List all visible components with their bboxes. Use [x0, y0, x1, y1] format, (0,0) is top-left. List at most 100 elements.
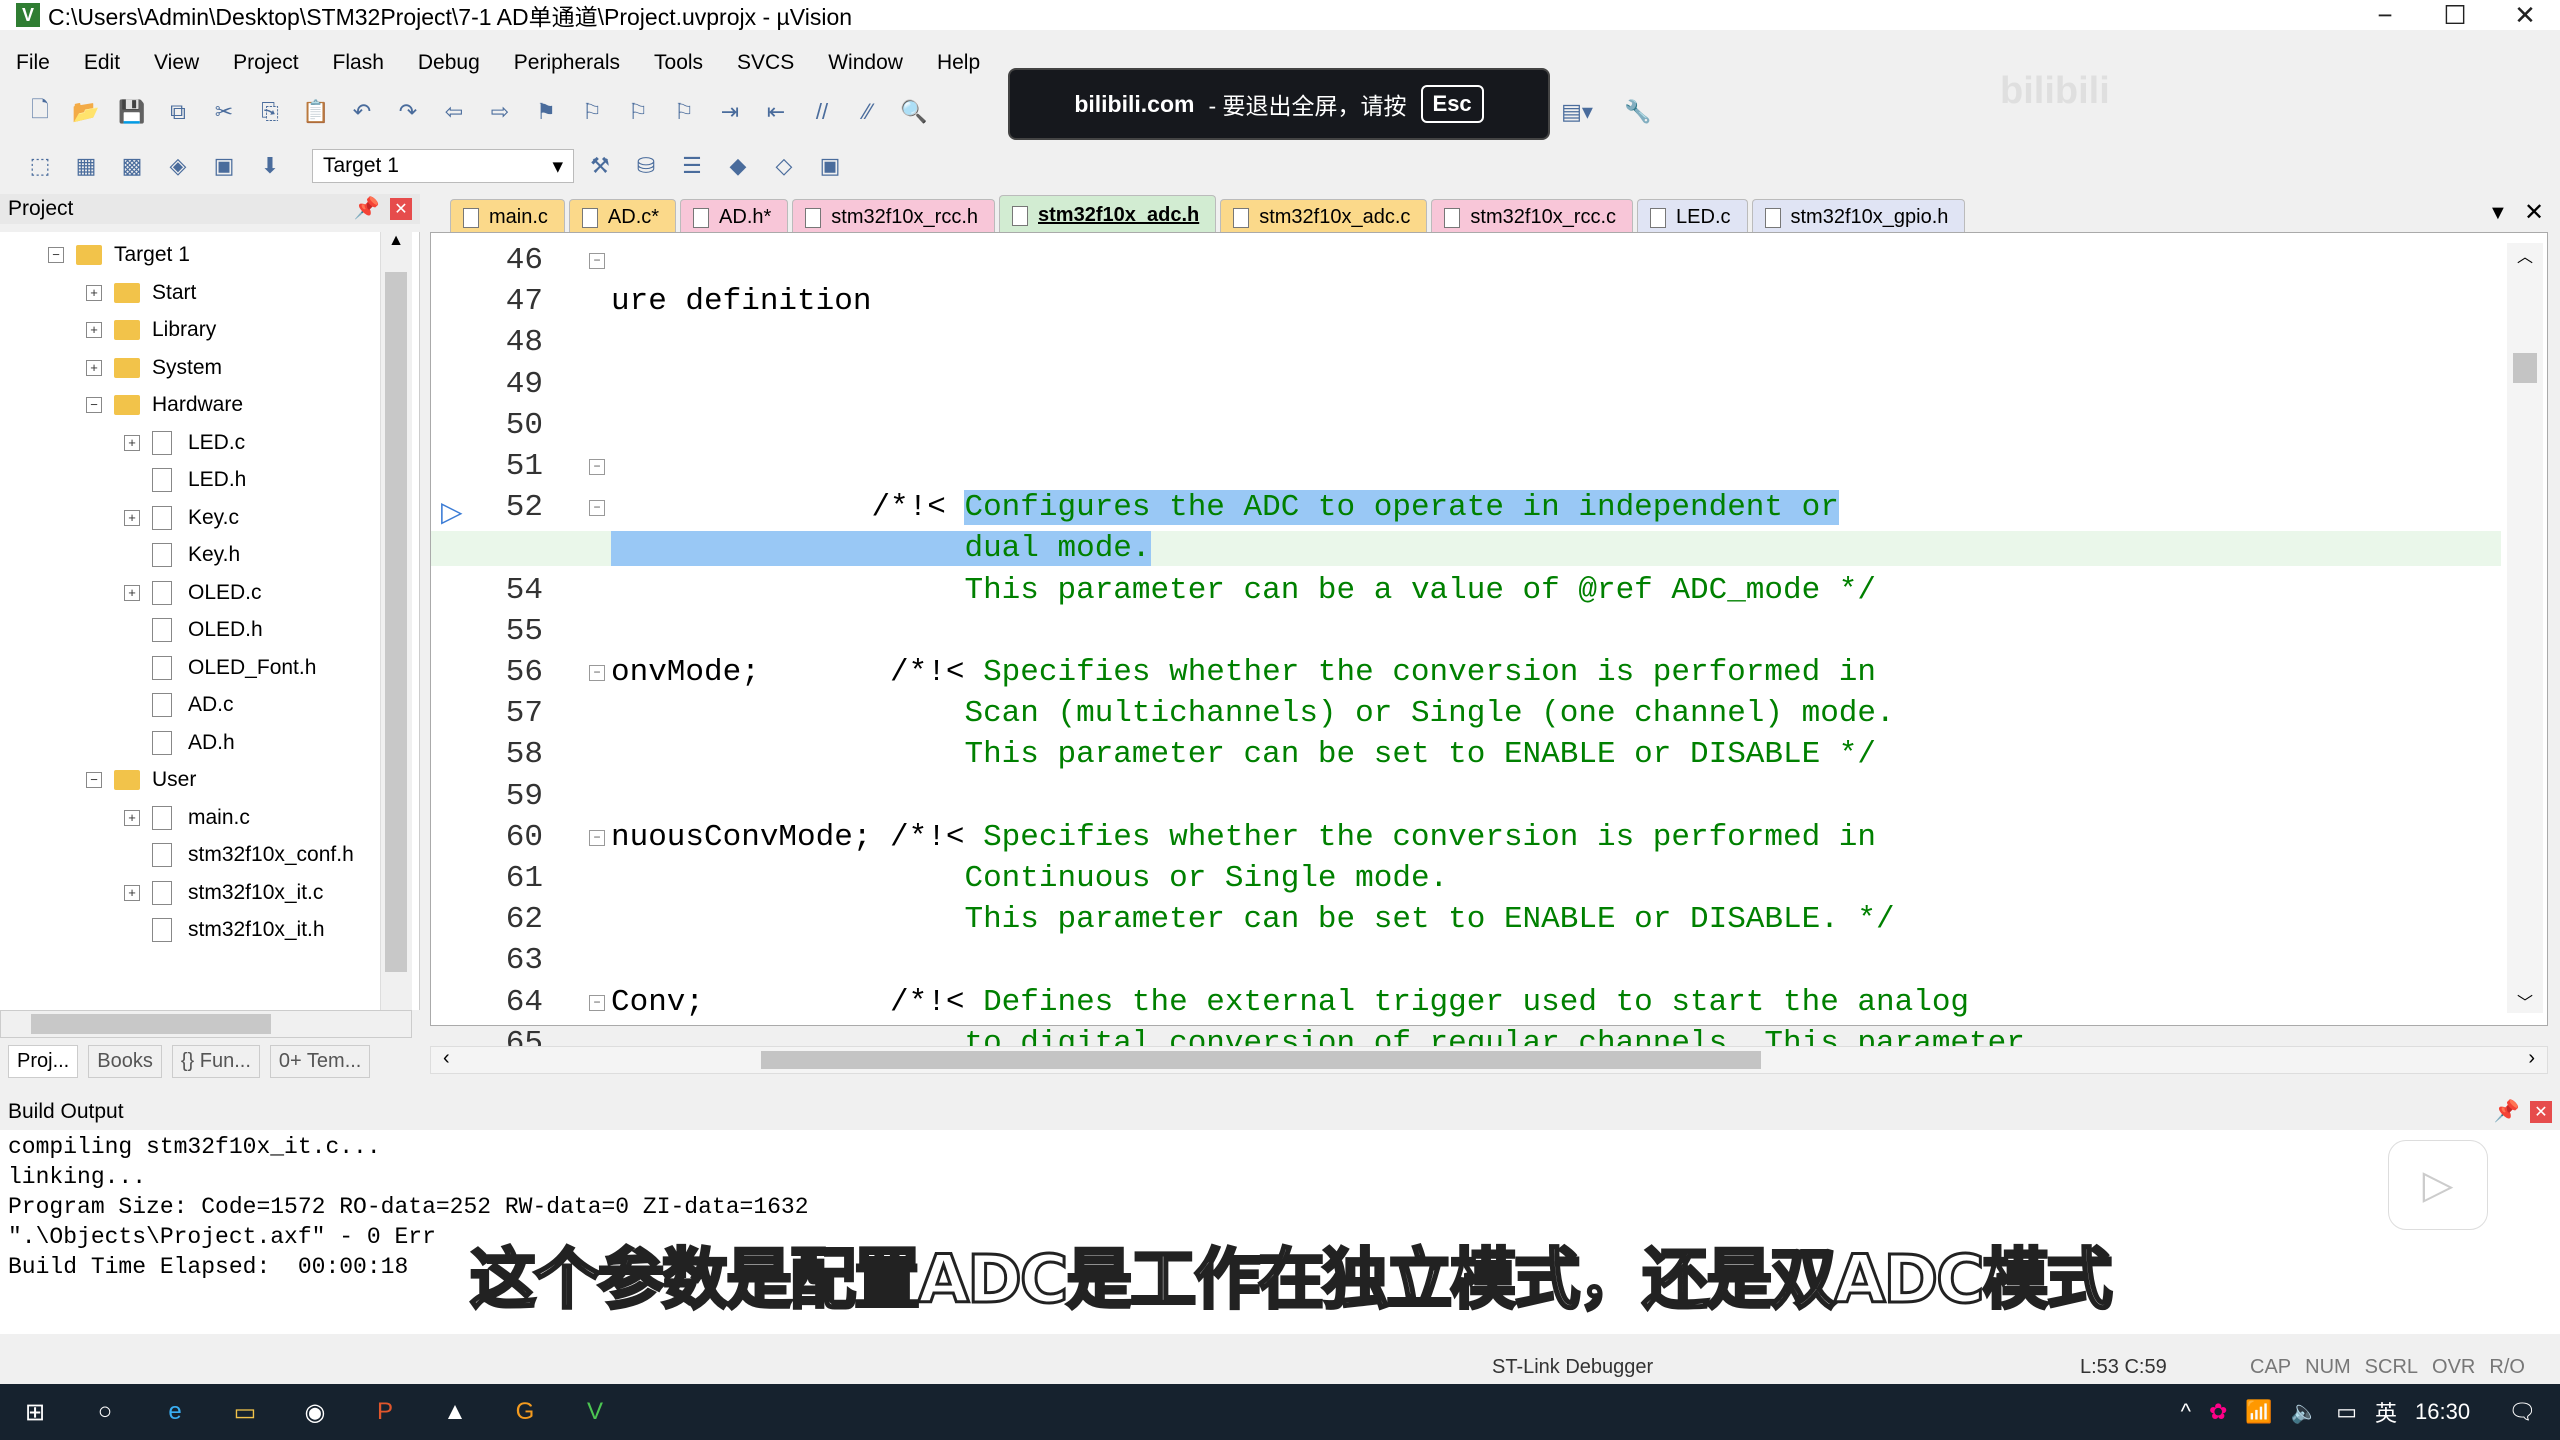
menu-item-tools[interactable]: Tools [654, 51, 703, 75]
menu-item-peripherals[interactable]: Peripherals [514, 51, 620, 75]
tree-item[interactable]: OLED_Font.h [124, 653, 316, 683]
select-packs-icon[interactable]: ◆ [718, 148, 758, 184]
tree-item[interactable]: + OLED.c [124, 578, 262, 608]
fold-toggle-icon[interactable]: − [589, 500, 605, 517]
powerpoint-icon[interactable]: P [365, 1392, 405, 1432]
next-bookmark-icon[interactable]: ⚐ [618, 94, 658, 130]
tree-expander-icon[interactable]: − [48, 247, 64, 263]
app-orange-icon[interactable]: G [505, 1392, 545, 1432]
editor-hscroll-thumb[interactable] [761, 1051, 1761, 1069]
tree-item[interactable]: OLED.h [124, 615, 263, 645]
tree-expander-icon[interactable]: + [124, 434, 140, 451]
menu-item-flash[interactable]: Flash [333, 51, 384, 75]
ime-indicator[interactable]: 英 [2375, 1396, 2397, 1428]
translate-icon[interactable]: ⬚ [20, 148, 60, 184]
panel-tab[interactable]: Proj... [8, 1044, 79, 1078]
camera-icon[interactable]: ◉ [295, 1392, 335, 1432]
menu-item-help[interactable]: Help [937, 51, 980, 75]
panel-tab[interactable]: {} Fun... [171, 1044, 260, 1078]
project-tree-hscrollbar[interactable] [0, 1010, 412, 1038]
play-icon[interactable]: ▷ [2388, 1140, 2488, 1230]
find-in-files-icon[interactable]: 🔍 [894, 94, 934, 130]
hscroll-thumb[interactable] [31, 1014, 271, 1034]
windows-start-icon[interactable]: ⊞ [15, 1392, 55, 1432]
prev-bookmark-icon[interactable]: ⚐ [572, 94, 612, 130]
pin-icon[interactable]: 📌 [354, 197, 380, 221]
editor-tab[interactable]: stm32f10x_gpio.h [1751, 199, 1966, 235]
close-build-output-icon[interactable]: ✕ [2530, 1101, 2552, 1123]
tree-item[interactable]: stm32f10x_it.h [124, 915, 325, 945]
photos-icon[interactable]: ▲ [435, 1392, 475, 1432]
tree-expander-icon[interactable]: + [124, 509, 140, 526]
panel-tab[interactable]: 0+ Tem... [269, 1044, 371, 1078]
tree-item[interactable]: + Library [86, 315, 216, 345]
scroll-up-icon[interactable]: ▲ [381, 232, 411, 262]
download-load-icon[interactable]: ⬇ [250, 148, 290, 184]
close-panel-icon[interactable]: ✕ [390, 198, 412, 220]
nav-back-icon[interactable]: ⇦ [434, 94, 474, 130]
scroll-right-icon[interactable]: › [2528, 1047, 2535, 1070]
tree-expander-icon[interactable]: + [124, 884, 140, 901]
notifications-icon[interactable]: 🗨 [2508, 1399, 2536, 1425]
menu-item-project[interactable]: Project [233, 51, 298, 75]
indent-icon[interactable]: ⇥ [710, 94, 750, 130]
editor-hscrollbar[interactable]: ‹ › [430, 1046, 2548, 1074]
tree-item[interactable]: stm32f10x_conf.h [124, 840, 354, 870]
tree-expander-icon[interactable]: − [86, 397, 102, 413]
tree-item[interactable]: + LED.c [124, 428, 245, 458]
volume-icon[interactable]: 🔈 [2291, 1399, 2318, 1425]
menu-item-file[interactable]: File [16, 51, 50, 75]
tree-expander-icon[interactable]: + [86, 284, 102, 301]
editor-vscrollbar[interactable]: ︿ ﹀ [2507, 243, 2543, 1013]
editor-tab[interactable]: stm32f10x_adc.h [999, 195, 1217, 235]
scroll-up-icon[interactable]: ︿ [2507, 243, 2543, 267]
clear-bookmarks-icon[interactable]: ⚐ [664, 94, 704, 130]
manage-project-icon[interactable]: ☰ [672, 148, 712, 184]
tray-app-icon[interactable]: ✿ [2209, 1399, 2227, 1425]
unindent-icon[interactable]: ⇤ [756, 94, 796, 130]
minimize-button[interactable]: − [2350, 0, 2420, 30]
project-tree-scrollbar[interactable]: ▲ [380, 232, 412, 1010]
tray-chevron-icon[interactable]: ^ [2181, 1399, 2191, 1425]
editor-tab[interactable]: AD.c* [568, 199, 677, 235]
comment-icon[interactable]: // [802, 94, 842, 130]
fold-toggle-icon[interactable]: − [589, 994, 605, 1011]
cut-icon[interactable]: ✂ [204, 94, 244, 130]
editor-tab[interactable]: LED.c [1637, 199, 1748, 235]
batch-build-icon[interactable]: ◈ [158, 148, 198, 184]
pack-installer-icon[interactable]: ◇ [764, 148, 804, 184]
tree-item[interactable]: + System [86, 353, 222, 383]
nav-forward-icon[interactable]: ⇨ [480, 94, 520, 130]
edge-icon[interactable]: e [155, 1392, 195, 1432]
tree-item[interactable]: AD.h [124, 728, 235, 758]
file-explorer-icon[interactable]: ▭ [225, 1392, 265, 1432]
editor-tab[interactable]: AD.h* [680, 199, 789, 235]
clock[interactable]: 16:30 [2415, 1399, 2470, 1425]
open-file-icon[interactable]: 📂 [66, 94, 106, 130]
undo-icon[interactable]: ↶ [342, 94, 382, 130]
tab-list-icon[interactable]: ▼ [2488, 202, 2508, 225]
file-extensions-icon[interactable]: ⛁ [626, 148, 666, 184]
target-options-icon[interactable]: ⚒ [580, 148, 620, 184]
run-time-env-icon[interactable]: ▣ [810, 148, 850, 184]
new-file-icon[interactable]: 🗋 [20, 94, 60, 130]
build-icon[interactable]: ▦ [66, 148, 106, 184]
redo-icon[interactable]: ↷ [388, 94, 428, 130]
tree-item[interactable]: AD.c [124, 690, 234, 720]
stop-build-icon[interactable]: ▣ [204, 148, 244, 184]
editor-tab[interactable]: main.c [450, 199, 565, 235]
search-icon[interactable]: ○ [85, 1392, 125, 1432]
window-layout-icon[interactable]: ▤▾ [1542, 94, 1612, 130]
editor-tab[interactable]: stm32f10x_rcc.h [792, 199, 996, 235]
tree-item[interactable]: + main.c [124, 803, 250, 833]
tree-expander-icon[interactable]: + [86, 322, 102, 338]
save-all-icon[interactable]: ⧉ [158, 94, 198, 130]
scroll-down-icon[interactable]: ﹀ [2507, 989, 2543, 1013]
tree-item[interactable]: − Hardware [86, 390, 243, 420]
configure-icon[interactable]: 🔧 [1618, 94, 1658, 130]
scroll-left-icon[interactable]: ‹ [443, 1047, 450, 1070]
menu-item-view[interactable]: View [154, 51, 199, 75]
panel-tab[interactable]: Books [88, 1044, 162, 1078]
menu-item-svcs[interactable]: SVCS [737, 51, 794, 75]
tree-expander-icon[interactable]: − [86, 772, 102, 788]
